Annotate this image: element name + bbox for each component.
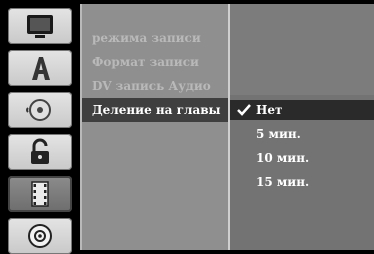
panel-divider bbox=[228, 4, 230, 250]
menu-item-record-mode[interactable]: режима записи bbox=[82, 26, 230, 50]
checkmark-icon bbox=[237, 104, 251, 116]
option-10-min[interactable]: 10 мин. bbox=[230, 148, 374, 168]
option-label: 10 мин. bbox=[256, 151, 310, 165]
category-icon-column bbox=[2, 4, 78, 254]
audio-disc-icon[interactable] bbox=[8, 92, 72, 128]
option-15-min[interactable]: 15 мин. bbox=[230, 172, 374, 192]
option-label: 5 мин. bbox=[256, 127, 301, 141]
menu-item-dv-audio[interactable]: DV запись Аудио bbox=[82, 74, 230, 98]
options-panel: Нет 5 мин. 10 мин. 15 мин. bbox=[230, 4, 374, 250]
options-panel-header-area bbox=[230, 4, 374, 95]
setup-menu-screen: режима записи Формат записи DV запись Ау… bbox=[0, 0, 374, 254]
menu-item-chapter-division[interactable]: Деление на главы bbox=[82, 98, 230, 122]
language-a-icon[interactable] bbox=[8, 50, 72, 86]
option-5-min[interactable]: 5 мин. bbox=[230, 124, 374, 144]
option-none[interactable]: Нет bbox=[230, 100, 374, 120]
tv-screen-icon[interactable] bbox=[8, 8, 72, 44]
lock-icon[interactable] bbox=[8, 134, 72, 170]
menu-item-record-format[interactable]: Формат записи bbox=[82, 50, 230, 74]
film-strip-icon[interactable] bbox=[8, 176, 72, 212]
disc-icon[interactable] bbox=[8, 218, 72, 254]
settings-menu-panel: режима записи Формат записи DV запись Ау… bbox=[80, 4, 230, 250]
option-label: 15 мин. bbox=[256, 175, 310, 189]
option-label: Нет bbox=[256, 103, 283, 117]
